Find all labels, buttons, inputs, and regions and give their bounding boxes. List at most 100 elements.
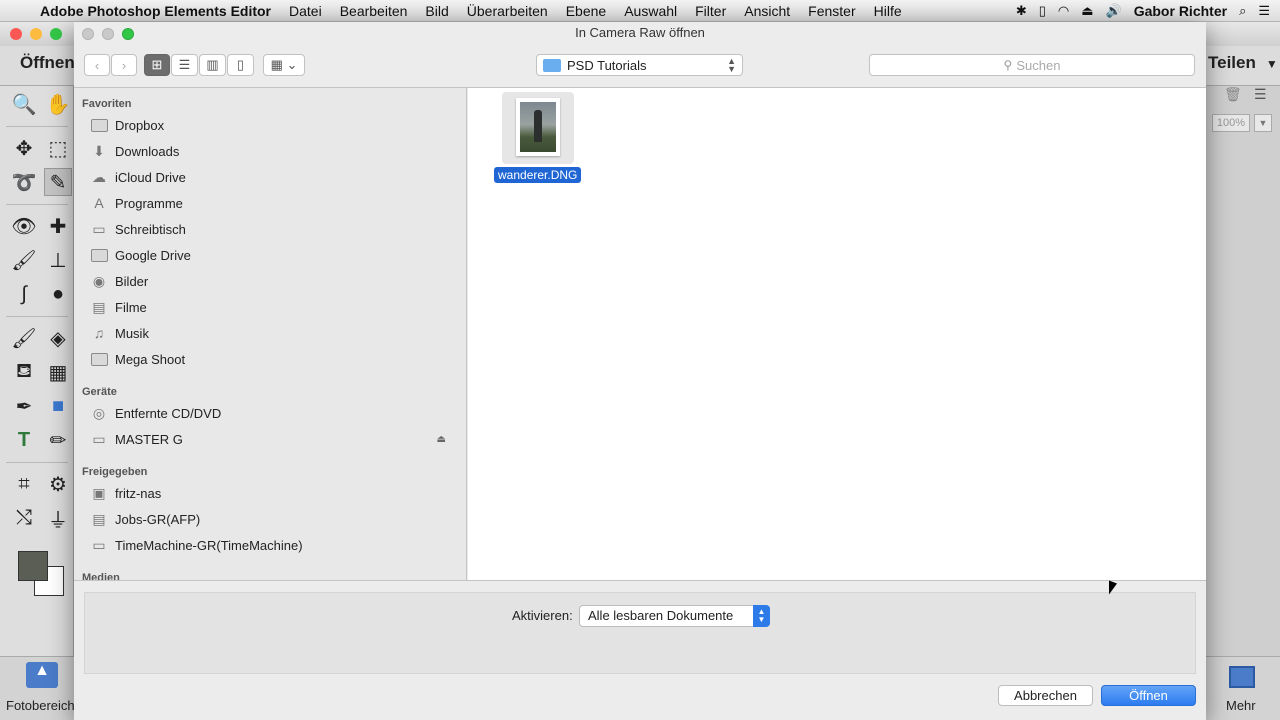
sidebar-item-timemachine-gr[interactable]: ▭ TimeMachine-GR(TimeMachine): [90, 534, 460, 556]
recompose-tool-icon[interactable]: ⚙: [44, 470, 72, 498]
crop-tool-icon[interactable]: ⌗: [10, 470, 38, 498]
sidebar-item-label: Filme: [115, 299, 147, 315]
sidebar-item-programme[interactable]: A Programme: [90, 192, 460, 214]
eject-icon[interactable]: ⏏: [437, 434, 446, 445]
menu-ansicht[interactable]: Ansicht: [744, 3, 790, 19]
app-minimize-button[interactable]: [30, 28, 42, 40]
zoom-field[interactable]: 100%: [1212, 114, 1250, 132]
back-button[interactable]: ‹: [84, 54, 110, 76]
sidebar-item-mega-shoot[interactable]: Mega Shoot: [90, 348, 460, 370]
menu-auswahl[interactable]: Auswahl: [624, 3, 677, 19]
menu-bild[interactable]: Bild: [425, 3, 448, 19]
paint-bucket-tool-icon[interactable]: ⛾: [10, 358, 38, 386]
clone-stamp-tool-icon[interactable]: ⊥: [44, 246, 72, 274]
notification-list-icon[interactable]: ☰: [1258, 3, 1270, 19]
pencil-tool-icon[interactable]: ✏: [44, 426, 72, 454]
search-field[interactable]: ⚲ Suchen: [869, 54, 1195, 76]
more-label[interactable]: Mehr: [1226, 698, 1256, 713]
zoom-dropdown-icon[interactable]: ▼: [1254, 114, 1272, 132]
content-aware-move-tool-icon[interactable]: ⤭: [10, 504, 38, 532]
volume-icon[interactable]: 🔊: [1106, 3, 1122, 19]
app-close-button[interactable]: [10, 28, 22, 40]
straighten-tool-icon[interactable]: ⏚: [44, 504, 72, 532]
open-button[interactable]: Öffnen: [1101, 685, 1196, 706]
sidebar-item-bilder[interactable]: ◉ Bilder: [90, 270, 460, 292]
marquee-tool-icon[interactable]: ⬚: [44, 134, 72, 162]
smart-brush-tool-icon[interactable]: 🖌: [10, 246, 38, 274]
coverflow-view-button[interactable]: ▯: [227, 54, 254, 76]
trash-icon[interactable]: 🗑: [1224, 86, 1242, 103]
menu-ueberarbeiten[interactable]: Überarbeiten: [467, 3, 548, 19]
hand-tool-icon[interactable]: ✋: [44, 90, 72, 118]
zoom-tool-icon[interactable]: 🔍: [10, 90, 38, 118]
list-view-button[interactable]: ☰: [171, 54, 198, 76]
wifi-icon[interactable]: ◠: [1058, 3, 1069, 19]
gradient-tool-icon[interactable]: ▦: [44, 358, 72, 386]
menu-fenster[interactable]: Fenster: [808, 3, 855, 19]
cancel-button[interactable]: Abbrechen: [998, 685, 1093, 706]
icon-view-button[interactable]: ⊞: [144, 54, 170, 76]
brush-tool-icon[interactable]: 🖌: [10, 324, 38, 352]
sidebar-item-label: iCloud Drive: [115, 169, 186, 185]
type-tool-icon[interactable]: T: [10, 426, 38, 454]
column-view-button[interactable]: ▥: [199, 54, 226, 76]
file-type-select[interactable]: Alle lesbaren Dokumente ▲ ▼: [579, 605, 770, 627]
sidebar-item-label: Schreibtisch: [115, 221, 186, 237]
monitor-icon: ▣: [92, 484, 106, 501]
arrange-button[interactable]: ▦ ⌄: [263, 54, 305, 76]
search-placeholder: Suchen: [1016, 57, 1061, 73]
healing-brush-tool-icon[interactable]: ✚: [44, 212, 72, 240]
panel-menu-icon[interactable]: ☰: [1254, 86, 1267, 103]
lasso-tool-icon[interactable]: ➰: [10, 168, 38, 196]
photo-bin-icon[interactable]: ▲: [26, 662, 58, 688]
sidebar-item-jobs-gr[interactable]: ▤ Jobs-GR(AFP): [90, 508, 460, 530]
menu-bearbeiten[interactable]: Bearbeiten: [340, 3, 408, 19]
eyedropper-tool-icon[interactable]: ✒: [10, 392, 38, 420]
file-thumbnail[interactable]: [502, 92, 574, 164]
move-tool-icon[interactable]: ✥: [10, 134, 38, 162]
bluetooth-icon[interactable]: ✱: [1016, 3, 1027, 19]
share-menu[interactable]: Teilen ▼: [1208, 53, 1278, 73]
quick-selection-tool-icon[interactable]: ✎: [44, 168, 72, 196]
sidebar-item-remote-disc[interactable]: ◎ Entfernte CD/DVD: [90, 402, 460, 424]
menu-filter[interactable]: Filter: [695, 3, 726, 19]
blur-tool-icon[interactable]: ∫: [10, 280, 38, 308]
sidebar-item-master-g[interactable]: ▭ MASTER G ⏏: [90, 428, 460, 450]
photo-bin-label[interactable]: Fotobereich: [6, 698, 75, 713]
sidebar-item-filme[interactable]: ▤ Filme: [90, 296, 460, 318]
sidebar-header-favorites: Favoriten: [82, 98, 132, 110]
battery-icon[interactable]: ▯: [1039, 3, 1046, 19]
desktop-icon: ▭: [92, 220, 106, 237]
red-eye-tool-icon[interactable]: 👁: [10, 212, 38, 240]
file-name-label[interactable]: wanderer.DNG: [494, 167, 582, 183]
sidebar-item-schreibtisch[interactable]: ▭ Schreibtisch: [90, 218, 460, 240]
menu-ebene[interactable]: Ebene: [566, 3, 606, 19]
columns-icon: ▥: [206, 57, 219, 72]
sidebar-item-musik[interactable]: ♫ Musik: [90, 322, 460, 344]
sponge-tool-icon[interactable]: ●: [44, 280, 72, 308]
eject-icon[interactable]: ⏏: [1081, 3, 1093, 19]
forward-button[interactable]: ›: [111, 54, 137, 76]
more-panels-icon[interactable]: [1229, 666, 1255, 688]
app-open-button[interactable]: Öffnen: [20, 53, 75, 73]
sidebar-item-fritz-nas[interactable]: ▣ fritz-nas: [90, 482, 460, 504]
sidebar-item-dropbox[interactable]: Dropbox: [90, 114, 460, 136]
menu-datei[interactable]: Datei: [289, 3, 322, 19]
sidebar-item-label: Google Drive: [115, 247, 191, 263]
app-zoom-button[interactable]: [50, 28, 62, 40]
menu-hilfe[interactable]: Hilfe: [874, 3, 902, 19]
sidebar-item-icloud-drive[interactable]: ☁ iCloud Drive: [90, 166, 460, 188]
sidebar-item-downloads[interactable]: ⬇ Downloads: [90, 140, 460, 162]
coverflow-icon: ▯: [236, 57, 245, 72]
sidebar-item-google-drive[interactable]: Google Drive: [90, 244, 460, 266]
mouse-cursor: [1109, 580, 1117, 598]
film-icon: ▤: [92, 298, 106, 315]
shape-tool-icon[interactable]: ■: [44, 392, 72, 420]
eraser-tool-icon[interactable]: ◈: [44, 324, 72, 352]
menu-app-name[interactable]: Adobe Photoshop Elements Editor: [40, 3, 271, 19]
sidebar-item-label: MASTER G: [115, 431, 183, 447]
foreground-color-swatch[interactable]: [18, 551, 48, 581]
user-name[interactable]: Gabor Richter: [1134, 3, 1227, 19]
location-popup[interactable]: PSD Tutorials ▲ ▼: [536, 54, 743, 76]
spotlight-search-icon[interactable]: ⌕: [1239, 3, 1246, 19]
